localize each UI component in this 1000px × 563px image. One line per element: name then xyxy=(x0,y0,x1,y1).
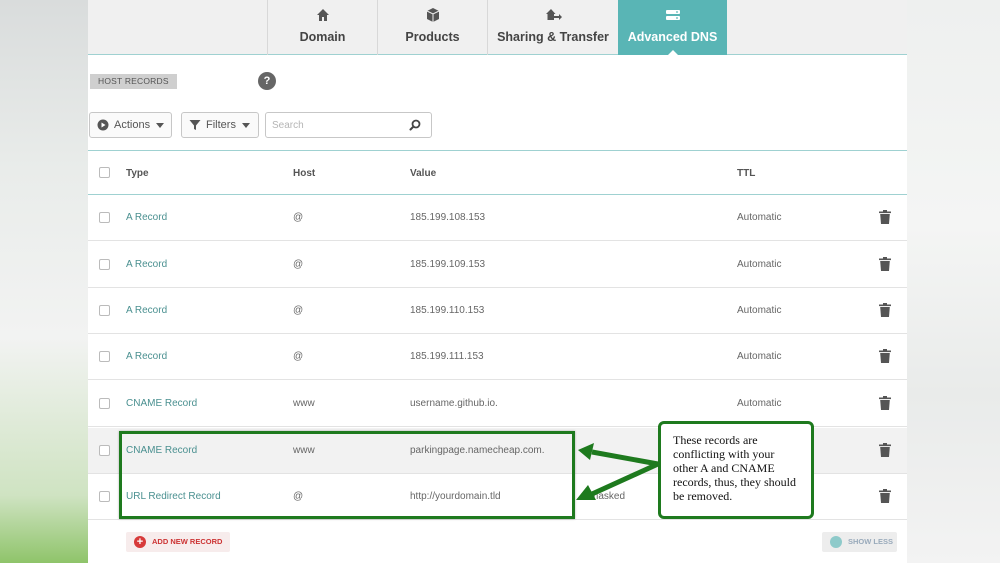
show-less-button[interactable]: SHOW LESS xyxy=(822,532,897,552)
actions-dropdown[interactable]: Actions xyxy=(89,112,172,138)
record-ttl: Automatic xyxy=(737,212,782,223)
help-icon[interactable]: ? xyxy=(258,72,276,90)
annotation-callout: These records are conflicting with your … xyxy=(658,421,814,519)
play-circle-icon xyxy=(97,119,109,131)
table-row[interactable]: A Record @ 185.199.111.153 Automatic xyxy=(88,334,907,380)
record-ttl: Automatic xyxy=(737,351,782,362)
trash-icon[interactable] xyxy=(879,443,891,457)
dns-icon xyxy=(665,10,680,20)
row-checkbox[interactable] xyxy=(99,259,110,270)
table-row[interactable]: A Record @ 185.199.110.153 Automatic xyxy=(88,288,907,334)
row-checkbox[interactable] xyxy=(99,305,110,316)
record-ttl: Automatic xyxy=(737,259,782,270)
record-type: CNAME Record xyxy=(126,398,198,409)
row-checkbox[interactable] xyxy=(99,351,110,362)
trash-icon[interactable] xyxy=(879,210,891,224)
search-icon[interactable] xyxy=(409,119,421,131)
background-left xyxy=(0,0,88,563)
header-ttl: TTL xyxy=(737,168,756,179)
transfer-icon xyxy=(546,9,562,20)
add-new-record-label: ADD NEW RECORD xyxy=(152,537,223,546)
select-all-checkbox[interactable] xyxy=(99,167,110,178)
record-value: username.github.io. xyxy=(410,398,498,409)
tab-products-label: Products xyxy=(405,30,460,44)
record-type: A Record xyxy=(126,351,168,362)
plus-icon: + xyxy=(134,536,146,548)
tab-bar: Domain Products Sharing & Transfer Advan… xyxy=(88,0,907,55)
record-type: A Record xyxy=(126,212,168,223)
box-icon xyxy=(426,8,439,22)
chevron-down-icon xyxy=(156,123,164,128)
search-input[interactable] xyxy=(272,117,402,133)
record-type: A Record xyxy=(126,259,168,270)
record-host: @ xyxy=(293,351,304,362)
header-value: Value xyxy=(410,168,437,179)
record-value: 185.199.110.153 xyxy=(410,305,485,316)
table-row[interactable]: A Record @ 185.199.108.153 Automatic xyxy=(88,195,907,241)
record-value: 185.199.109.153 xyxy=(410,259,486,270)
tab-sharing-transfer[interactable]: Sharing & Transfer xyxy=(487,0,618,55)
trash-icon[interactable] xyxy=(879,303,891,317)
header-type: Type xyxy=(126,168,149,179)
header-host: Host xyxy=(293,168,316,179)
table-header: Type Host Value TTL xyxy=(88,150,907,195)
filter-icon xyxy=(189,120,201,130)
background-right xyxy=(907,0,1000,563)
row-checkbox[interactable] xyxy=(99,398,110,409)
add-new-record-button[interactable]: + ADD NEW RECORD xyxy=(126,532,231,552)
table-row[interactable]: A Record @ 185.199.109.153 Automatic xyxy=(88,242,907,288)
search-box xyxy=(265,112,432,138)
record-value: 185.199.111.153 xyxy=(410,351,484,362)
show-less-label: SHOW LESS xyxy=(848,537,894,546)
actions-label: Actions xyxy=(114,119,151,131)
chevron-down-icon xyxy=(242,123,250,128)
record-host: @ xyxy=(293,212,304,223)
trash-icon[interactable] xyxy=(879,489,891,503)
host-records-title: HOST RECORDS xyxy=(90,74,177,89)
record-ttl: Automatic xyxy=(737,398,782,409)
tab-products[interactable]: Products xyxy=(377,0,487,55)
record-ttl: Automatic xyxy=(737,305,782,316)
chevron-up-icon xyxy=(830,536,842,548)
tab-domain[interactable]: Domain xyxy=(267,0,377,55)
record-type: A Record xyxy=(126,305,168,316)
record-host: @ xyxy=(293,259,304,270)
record-value: 185.199.108.153 xyxy=(410,212,486,223)
filters-label: Filters xyxy=(206,119,236,131)
callout-arrows xyxy=(576,443,660,500)
filters-dropdown[interactable]: Filters xyxy=(181,112,259,138)
tab-advanced-dns-label: Advanced DNS xyxy=(627,30,718,44)
row-checkbox[interactable] xyxy=(99,445,110,456)
home-icon xyxy=(316,9,329,21)
row-checkbox[interactable] xyxy=(99,491,110,502)
row-checkbox[interactable] xyxy=(99,212,110,223)
tab-sharing-transfer-label: Sharing & Transfer xyxy=(497,30,609,44)
record-host: @ xyxy=(293,305,304,316)
trash-icon[interactable] xyxy=(879,257,891,271)
record-host: www xyxy=(293,398,315,409)
trash-icon[interactable] xyxy=(879,349,891,363)
trash-icon[interactable] xyxy=(879,396,891,410)
tab-advanced-dns[interactable]: Advanced DNS xyxy=(618,0,727,55)
conflict-highlight-box xyxy=(119,431,575,519)
tab-domain-label: Domain xyxy=(299,30,346,44)
